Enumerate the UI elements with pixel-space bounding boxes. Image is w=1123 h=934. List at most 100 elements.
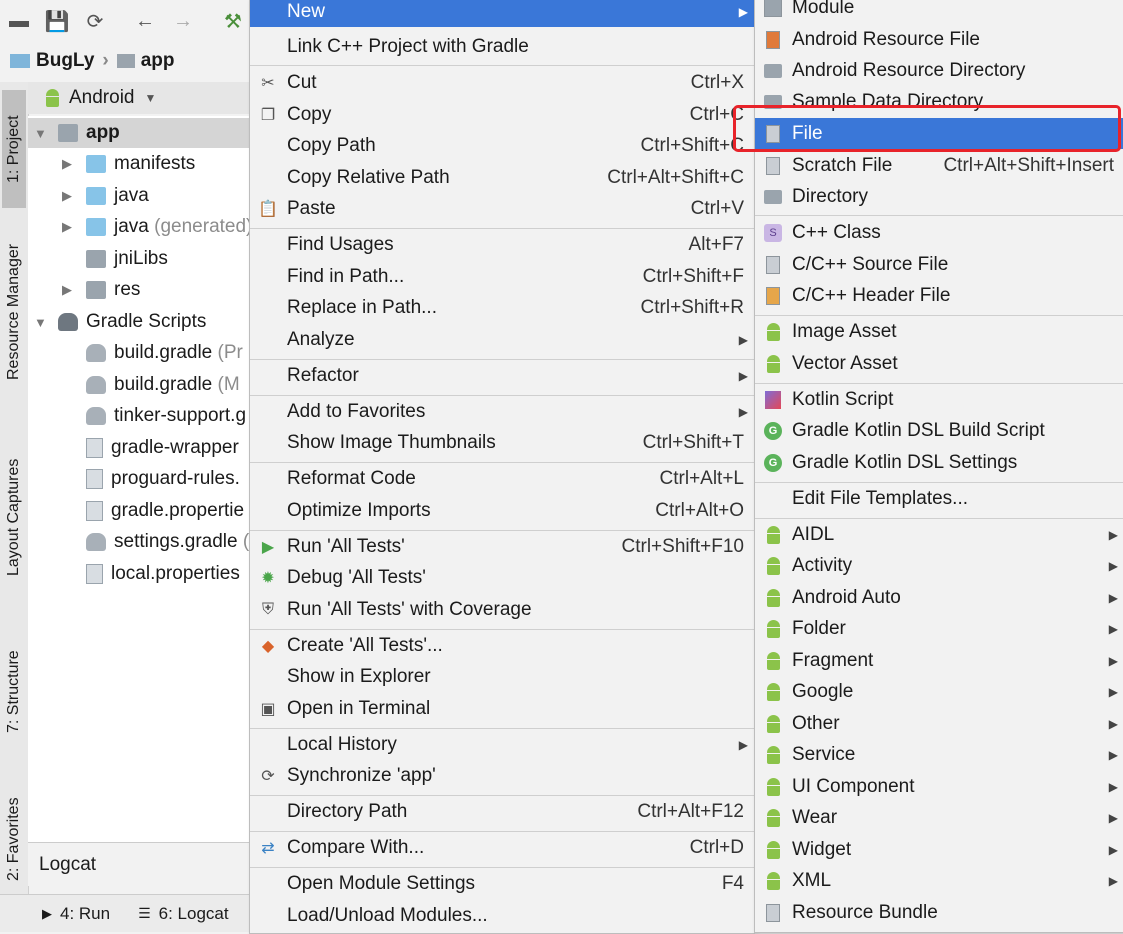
tree-item-java[interactable]: ▶ java xyxy=(62,181,149,211)
android-icon xyxy=(764,777,782,796)
project-view-selector[interactable]: Android ▼ xyxy=(28,82,250,114)
menu-item-label: Add to Favorites xyxy=(287,400,426,422)
menu-item-paste[interactable]: 📋 Paste Ctrl+V xyxy=(250,193,754,224)
bottom-tab-run[interactable]: 4: Run xyxy=(60,904,110,924)
menu-item-synchronize-app[interactable]: ⟳ Synchronize 'app' xyxy=(250,760,754,791)
menu-item-optimize-imports[interactable]: Optimize Imports Ctrl+Alt+O xyxy=(250,495,754,526)
submenu-arrow-icon: ▶ xyxy=(1108,810,1118,825)
menu-item-create-all-tests[interactable]: ◆ Create 'All Tests'... xyxy=(250,630,754,661)
tree-item-gradle-properties[interactable]: gradle.propertie xyxy=(86,496,244,526)
tree-item-local-properties[interactable]: local.properties xyxy=(86,559,240,589)
menu-item-open-module-settings[interactable]: Open Module Settings F4 xyxy=(250,868,754,899)
menu-item-gradle-kotlin-dsl-settings[interactable]: G Gradle Kotlin DSL Settings xyxy=(755,447,1123,478)
menu-item-android-resource-file[interactable]: Android Resource File xyxy=(755,24,1123,55)
tree-item-app[interactable]: ▼ app xyxy=(28,118,250,148)
tab-project[interactable]: 1: Project xyxy=(2,90,26,208)
tree-item-manifests[interactable]: ▶ manifests xyxy=(62,149,195,179)
menu-item-copy-relative-path[interactable]: Copy Relative Path Ctrl+Alt+Shift+C xyxy=(250,162,754,193)
collapse-arrow-icon[interactable]: ▶ xyxy=(62,188,76,204)
menu-item-run-all-tests[interactable]: ▶ Run 'All Tests' Ctrl+Shift+F10 xyxy=(250,531,754,562)
menu-item-google[interactable]: Google ▶ xyxy=(755,676,1123,707)
breadcrumb-project[interactable]: BugLy xyxy=(36,50,94,72)
menu-item-edit-file-templates[interactable]: Edit File Templates... xyxy=(755,483,1123,514)
menu-item-folder[interactable]: Folder ▶ xyxy=(755,613,1123,644)
menu-item-refactor[interactable]: Refactor ▶ xyxy=(250,360,754,391)
menu-item-wear[interactable]: Wear ▶ xyxy=(755,802,1123,833)
menu-item-copy-path[interactable]: Copy Path Ctrl+Shift+C xyxy=(250,130,754,161)
menu-item-vector-asset[interactable]: Vector Asset xyxy=(755,348,1123,379)
tree-item-build-gradle-project[interactable]: build.gradle (Pr xyxy=(86,338,243,368)
menu-item-image-asset[interactable]: Image Asset xyxy=(755,316,1123,347)
menu-item-analyze[interactable]: Analyze ▶ xyxy=(250,324,754,355)
menu-item-run-all-tests-with-coverage[interactable]: ⛨ Run 'All Tests' with Coverage xyxy=(250,594,754,625)
menu-item-c-c-header-file[interactable]: C/C++ Header File xyxy=(755,280,1123,311)
menu-item-module[interactable]: Module xyxy=(755,0,1123,23)
tab-layout-captures[interactable]: Layout Captures xyxy=(2,442,26,592)
menu-item-activity[interactable]: Activity ▶ xyxy=(755,550,1123,581)
tree-item-jnilibs[interactable]: jniLibs xyxy=(86,244,168,274)
menu-item-aidl[interactable]: AIDL ▶ xyxy=(755,519,1123,550)
expand-arrow-icon[interactable]: ▼ xyxy=(34,315,48,330)
menu-item-android-auto[interactable]: Android Auto ▶ xyxy=(755,582,1123,613)
menu-item-directory-path[interactable]: Directory Path Ctrl+Alt+F12 xyxy=(250,796,754,827)
bottom-tab-logcat[interactable]: 6: Logcat xyxy=(159,904,229,924)
tree-item-build-gradle-module[interactable]: build.gradle (M xyxy=(86,370,240,400)
collapse-arrow-icon[interactable]: ▶ xyxy=(62,282,76,298)
tree-item-java-generated[interactable]: ▶ java (generated) xyxy=(62,212,250,242)
forward-icon[interactable]: → xyxy=(170,8,196,34)
menu-item-show-image-thumbnails[interactable]: Show Image Thumbnails Ctrl+Shift+T xyxy=(250,427,754,458)
menu-item-replace-in-path[interactable]: Replace in Path... Ctrl+Shift+R xyxy=(250,292,754,323)
tree-item-settings-gradle[interactable]: settings.gradle ( xyxy=(86,527,249,557)
menu-item-gradle-kotlin-dsl-build-script[interactable]: G Gradle Kotlin DSL Build Script xyxy=(755,415,1123,446)
tree-item-tinker-support[interactable]: tinker-support.g xyxy=(86,401,246,431)
tab-resource-manager[interactable]: Resource Manager xyxy=(2,232,26,392)
folder-icon[interactable]: ▬ xyxy=(6,8,32,34)
menu-item-widget[interactable]: Widget ▶ xyxy=(755,834,1123,865)
tree-item-label: Gradle Scripts xyxy=(86,311,207,332)
menu-item-kotlin-script[interactable]: Kotlin Script xyxy=(755,384,1123,415)
menu-item-cut[interactable]: ✂ Cut Ctrl+X xyxy=(250,67,754,98)
menu-item-show-in-explorer[interactable]: Show in Explorer xyxy=(250,661,754,692)
tab-structure[interactable]: 7: Structure xyxy=(2,637,26,747)
menu-item-copy[interactable]: ❐ Copy Ctrl+C xyxy=(250,99,754,130)
menu-item-resource-bundle[interactable]: Resource Bundle xyxy=(755,897,1123,928)
save-icon[interactable]: 💾 xyxy=(44,8,70,34)
menu-item-label: Compare With... xyxy=(287,836,425,858)
tree-item-gradle-scripts[interactable]: ▼ Gradle Scripts xyxy=(34,307,206,337)
breadcrumb-module[interactable]: app xyxy=(141,50,175,72)
tree-item-gradle-wrapper[interactable]: gradle-wrapper xyxy=(86,433,239,463)
menu-item-directory[interactable]: Directory xyxy=(755,181,1123,212)
menu-item-local-history[interactable]: Local History ▶ xyxy=(250,729,754,760)
tree-item-res[interactable]: ▶ res xyxy=(62,275,140,305)
menu-item-android-resource-directory[interactable]: Android Resource Directory xyxy=(755,55,1123,86)
menu-item-fragment[interactable]: Fragment ▶ xyxy=(755,645,1123,676)
menu-item-service[interactable]: Service ▶ xyxy=(755,739,1123,770)
menu-item-ui-component[interactable]: UI Component ▶ xyxy=(755,771,1123,802)
menu-item-new[interactable]: New ▶ xyxy=(250,0,754,27)
run-icon: ▶ xyxy=(261,538,275,556)
menu-item-link-c-project-with-gradle[interactable]: Link C++ Project with Gradle xyxy=(250,31,754,62)
expand-arrow-icon[interactable]: ▼ xyxy=(34,126,48,141)
menu-item-load-unload-modules[interactable]: Load/Unload Modules... xyxy=(250,900,754,931)
menu-item-reformat-code[interactable]: Reformat Code Ctrl+Alt+L xyxy=(250,463,754,494)
collapse-arrow-icon[interactable]: ▶ xyxy=(62,156,76,172)
menu-item-xml[interactable]: XML ▶ xyxy=(755,865,1123,896)
tree-item-proguard-rules[interactable]: proguard-rules. xyxy=(86,464,240,494)
menu-item-compare-with[interactable]: ⇄ Compare With... Ctrl+D xyxy=(250,832,754,863)
menu-item-add-to-favorites[interactable]: Add to Favorites ▶ xyxy=(250,396,754,427)
tab-favorites[interactable]: 2: Favorites xyxy=(2,787,26,892)
collapse-arrow-icon[interactable]: ▶ xyxy=(62,219,76,235)
menu-item-find-usages[interactable]: Find Usages Alt+F7 xyxy=(250,229,754,260)
menu-item-debug-all-tests[interactable]: ✹ Debug 'All Tests' xyxy=(250,562,754,593)
menu-item-find-in-path[interactable]: Find in Path... Ctrl+Shift+F xyxy=(250,261,754,292)
back-icon[interactable]: ← xyxy=(132,8,158,34)
sync-icon[interactable]: ⟳ xyxy=(82,8,108,34)
menu-item-other[interactable]: Other ▶ xyxy=(755,708,1123,739)
menu-item-open-in-terminal[interactable]: ▣ Open in Terminal xyxy=(250,693,754,724)
menu-item-c-class[interactable]: S C++ Class xyxy=(755,217,1123,248)
hammer-icon[interactable]: ⚒ xyxy=(220,8,246,34)
menu-item-c-c-source-file[interactable]: C/C++ Source File xyxy=(755,249,1123,280)
menu-item-scratch-file[interactable]: Scratch File Ctrl+Alt+Shift+Insert xyxy=(755,150,1123,181)
logcat-panel-header[interactable]: Logcat xyxy=(28,842,250,886)
tree-item-suffix: (M xyxy=(217,374,240,395)
